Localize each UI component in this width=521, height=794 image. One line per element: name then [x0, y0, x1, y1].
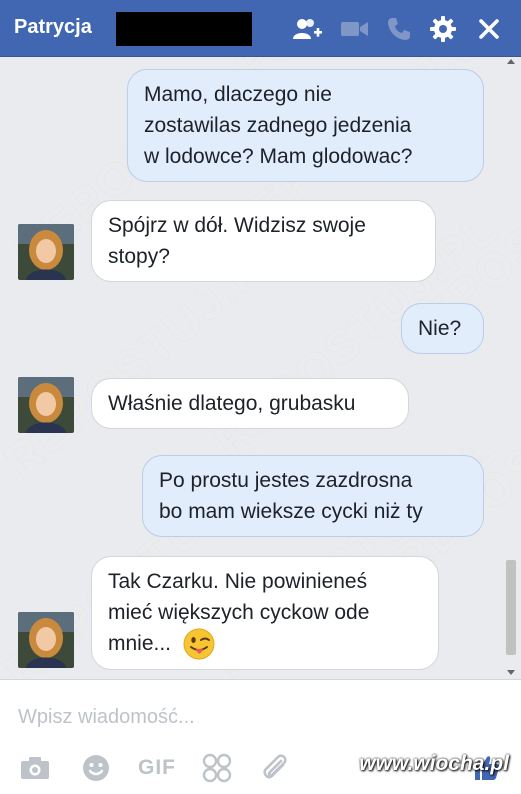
phone-call-icon[interactable]: [384, 14, 414, 44]
contact-name[interactable]: Patrycja: [14, 16, 92, 39]
avatar[interactable]: [18, 377, 74, 433]
message-line: Po prostu jestes zazdrosna: [159, 469, 413, 492]
gif-label: GIF: [138, 756, 176, 779]
avatar[interactable]: [18, 224, 74, 280]
message-line: mnie...: [108, 632, 172, 655]
message-line-with-emoji: mnie...: [108, 628, 422, 660]
camera-icon[interactable]: [18, 752, 52, 784]
gif-button[interactable]: GIF: [137, 752, 177, 784]
message-line: bo mam wieksze cycki niż ty: [159, 500, 423, 523]
message-input[interactable]: [18, 702, 458, 732]
gear-icon[interactable]: [428, 14, 458, 44]
video-call-icon[interactable]: [340, 14, 370, 44]
message-bubble-outgoing[interactable]: Nie?: [401, 303, 484, 354]
attachment-icon[interactable]: [258, 752, 292, 784]
sticker-icon[interactable]: [200, 752, 234, 784]
message-bubble-incoming[interactable]: Tak Czarku. Nie powinieneś mieć większyc…: [91, 556, 439, 671]
chat-header: Patrycja: [0, 0, 521, 57]
message-line: mieć większych cyckow ode: [108, 601, 370, 624]
message-bubble-incoming[interactable]: Właśnie dlatego, grubasku: [91, 378, 409, 429]
message-bubble-outgoing[interactable]: Po prostu jestes zazdrosna bo mam wieksz…: [142, 455, 484, 537]
scroll-thumb[interactable]: [506, 560, 516, 655]
scroll-up-arrow[interactable]: [507, 59, 515, 64]
avatar[interactable]: [18, 612, 74, 668]
smiley-icon[interactable]: [80, 752, 112, 784]
message-bubble-outgoing[interactable]: Mamo, dlaczego nie zostawilas zadnego je…: [127, 69, 484, 182]
message-line: stopy?: [108, 245, 170, 268]
watermark: REPOSTUJ.PL: [384, 320, 521, 588]
message-thread[interactable]: REPOSTUJ.PL REPOSTUJ.PL REPOSTUJ.PL REPO…: [0, 57, 521, 679]
redaction-bar: [116, 12, 252, 46]
message-line: Właśnie dlatego, grubasku: [108, 392, 356, 415]
winking-tongue-emoji: [183, 628, 215, 660]
message-composer: GIF: [0, 679, 521, 794]
message-line: Tak Czarku. Nie powinieneś: [108, 570, 368, 593]
message-bubble-incoming[interactable]: Spójrz w dół. Widzisz swoje stopy?: [91, 200, 436, 282]
close-icon[interactable]: [474, 14, 504, 44]
message-line: Nie?: [418, 317, 462, 340]
message-line: Spójrz w dół. Widzisz swoje: [108, 214, 366, 237]
scrollbar[interactable]: [505, 57, 517, 679]
scroll-down-arrow[interactable]: [507, 670, 515, 675]
site-watermark: www.wiocha.pl: [359, 752, 509, 775]
add-people-icon[interactable]: [293, 14, 323, 44]
message-line: Mamo, dlaczego nie: [144, 83, 332, 106]
message-line: w lodowce? Mam glodowac?: [144, 145, 413, 168]
message-line: zostawilas zadnego jedzenia: [144, 114, 412, 137]
